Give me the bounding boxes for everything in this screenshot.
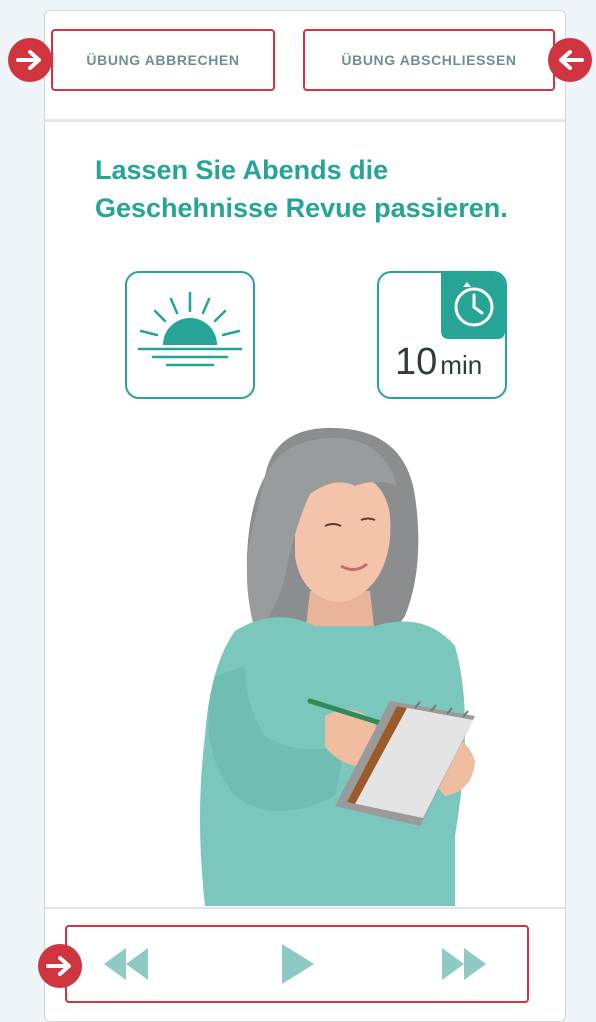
duration-unit: min — [440, 350, 483, 380]
duration-value: 10 — [395, 341, 438, 383]
duration-badge: 10 min — [377, 271, 507, 399]
bottom-divider — [45, 907, 565, 909]
woman-writing-illustration — [200, 427, 475, 906]
fast-forward-icon — [442, 948, 486, 980]
duration-text: 10 min — [395, 341, 482, 384]
play-button[interactable] — [271, 941, 321, 987]
finish-exercise-label: ÜBUNG ABSCHLIESSEN — [341, 52, 517, 68]
arrow-right-icon — [38, 944, 82, 988]
headline-line-1: Lassen Sie Abends die — [95, 155, 389, 185]
playback-controls — [65, 925, 529, 1003]
arrow-left-icon — [548, 38, 592, 82]
time-of-day-badge — [125, 271, 255, 399]
headline-line-2: Geschehnisse Revue passieren. — [95, 193, 508, 223]
cancel-exercise-label: ÜBUNG ABBRECHEN — [86, 52, 240, 68]
arrow-right-icon — [8, 38, 52, 82]
play-icon — [282, 944, 314, 984]
cancel-exercise-button[interactable]: ÜBUNG ABBRECHEN — [51, 29, 275, 91]
sunset-icon — [137, 291, 243, 367]
exercise-headline: Lassen Sie Abends die Geschehnisse Revue… — [95, 151, 555, 227]
fast-forward-button[interactable] — [439, 941, 489, 987]
finish-exercise-button[interactable]: ÜBUNG ABSCHLIESSEN — [303, 29, 555, 91]
rewind-icon — [104, 948, 148, 980]
top-action-bar: ÜBUNG ABBRECHEN ÜBUNG ABSCHLIESSEN — [45, 11, 565, 122]
exercise-card: ÜBUNG ABBRECHEN ÜBUNG ABSCHLIESSEN Lasse… — [44, 10, 566, 1022]
rewind-button[interactable] — [101, 941, 151, 987]
